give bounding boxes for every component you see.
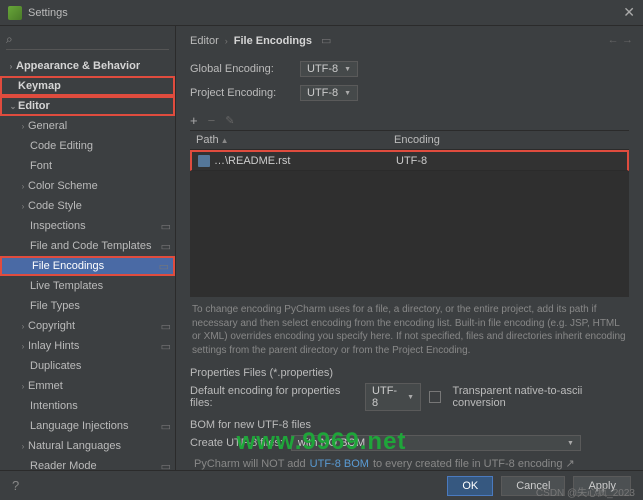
sidebar-item-code-style[interactable]: ›Code Style [0, 196, 175, 216]
sidebar-item-file-templates[interactable]: File and Code Templates▭ [0, 236, 175, 256]
project-encoding-label: Project Encoding: [190, 87, 292, 99]
bom-dropdown[interactable]: with NO BOM▼ [291, 435, 581, 451]
bom-note: PyCharm will NOT add UTF-8 BOM to every … [190, 455, 629, 470]
file-icon [198, 155, 210, 167]
project-badge-icon: ▭ [161, 220, 171, 233]
properties-encoding-label: Default encoding for properties files: [190, 385, 357, 409]
chevron-right-icon: › [18, 342, 28, 351]
edit-button: ✎ [225, 114, 234, 127]
cell-encoding: UTF-8 [390, 152, 627, 170]
search-icon: ⌕ [6, 32, 13, 47]
bom-section: BOM for new UTF-8 files [190, 419, 629, 431]
sidebar-item-appearance[interactable]: ›Appearance & Behavior [0, 56, 175, 76]
sidebar-item-lang-injections[interactable]: Language Injections▭ [0, 416, 175, 436]
project-badge-icon: ▭ [161, 340, 171, 353]
transparent-label: Transparent native-to-ascii conversion [453, 385, 629, 409]
sidebar-item-font[interactable]: Font [0, 156, 175, 176]
table-row[interactable]: …\README.rst UTF-8 [190, 150, 629, 171]
search-input[interactable] [17, 34, 169, 46]
properties-section: Properties Files (*.properties) [190, 367, 629, 379]
sidebar-item-copyright[interactable]: ›Copyright▭ [0, 316, 175, 336]
project-badge-icon: ▭ [161, 320, 171, 333]
chevron-right-icon: › [225, 36, 228, 46]
close-icon[interactable]: ✕ [623, 4, 635, 21]
add-button[interactable]: + [190, 113, 198, 128]
hint-text: To change encoding PyCharm uses for a fi… [190, 297, 629, 363]
settings-tree: ›Appearance & Behavior Keymap ⌄Editor ›G… [0, 54, 175, 470]
chevron-down-icon: ▼ [344, 66, 351, 73]
nav-forward-icon[interactable]: → [622, 34, 633, 46]
chevron-down-icon: ▼ [567, 440, 574, 447]
sidebar-item-editor[interactable]: ⌄Editor [0, 96, 175, 116]
cell-path: …\README.rst [214, 155, 290, 167]
nav-back-icon[interactable]: ← [608, 34, 619, 46]
sidebar-item-file-encodings[interactable]: File Encodings▭ [0, 256, 175, 276]
sidebar-item-keymap[interactable]: Keymap [0, 76, 175, 96]
crumb-file-encodings: File Encodings [234, 35, 312, 47]
crumb-editor[interactable]: Editor [190, 35, 219, 47]
csdn-watermark: CSDN @失心疯_2023 [536, 484, 635, 499]
project-badge-icon: ▭ [161, 240, 171, 253]
help-button[interactable]: ? [12, 478, 19, 493]
search-box[interactable]: ⌕ [6, 30, 169, 50]
sidebar-item-code-editing[interactable]: Code Editing [0, 136, 175, 156]
sidebar-item-natural-languages[interactable]: ›Natural Languages [0, 436, 175, 456]
sidebar-item-duplicates[interactable]: Duplicates [0, 356, 175, 376]
breadcrumb: Editor › File Encodings ▭ [190, 34, 629, 47]
transparent-checkbox[interactable] [429, 391, 440, 403]
sidebar-item-intentions[interactable]: Intentions [0, 396, 175, 416]
chevron-right-icon: › [6, 62, 16, 71]
sidebar-item-reader-mode[interactable]: Reader Mode▭ [0, 456, 175, 470]
chevron-right-icon: › [18, 442, 28, 451]
col-header-path[interactable]: Path▲ [190, 131, 388, 149]
bom-link[interactable]: UTF-8 BOM [310, 458, 369, 470]
sidebar-item-live-templates[interactable]: Live Templates [0, 276, 175, 296]
global-encoding-dropdown[interactable]: UTF-8▼ [300, 61, 358, 77]
project-badge-icon: ▭ [161, 460, 171, 471]
global-encoding-label: Global Encoding: [190, 63, 292, 75]
window-title: Settings [28, 7, 623, 19]
sidebar-item-file-types[interactable]: File Types [0, 296, 175, 316]
remove-button: − [208, 113, 216, 128]
sidebar: ⌕ ›Appearance & Behavior Keymap ⌄Editor … [0, 26, 176, 470]
content-pane: Editor › File Encodings ▭ ← → Global Enc… [176, 26, 643, 470]
sidebar-item-inlay-hints[interactable]: ›Inlay Hints▭ [0, 336, 175, 356]
sidebar-item-color-scheme[interactable]: ›Color Scheme [0, 176, 175, 196]
project-badge-icon: ▭ [161, 420, 171, 433]
sort-asc-icon: ▲ [221, 136, 229, 145]
col-header-encoding[interactable]: Encoding [388, 131, 629, 149]
chevron-right-icon: › [18, 122, 28, 131]
project-badge-icon: ▭ [159, 260, 169, 273]
app-icon [8, 6, 22, 20]
chevron-right-icon: › [18, 202, 28, 211]
chevron-right-icon: › [18, 382, 28, 391]
sidebar-item-emmet[interactable]: ›Emmet [0, 376, 175, 396]
ok-button[interactable]: OK [447, 476, 493, 496]
properties-encoding-dropdown[interactable]: UTF-8▼ [365, 383, 421, 411]
sidebar-item-inspections[interactable]: Inspections▭ [0, 216, 175, 236]
chevron-right-icon: › [18, 182, 28, 191]
chevron-down-icon: ⌄ [8, 102, 18, 111]
project-encoding-dropdown[interactable]: UTF-8▼ [300, 85, 358, 101]
bom-label: Create UTF-8 files: [190, 437, 283, 449]
chevron-right-icon: › [18, 322, 28, 331]
chevron-down-icon: ▼ [344, 90, 351, 97]
sidebar-item-general[interactable]: ›General [0, 116, 175, 136]
project-badge-icon: ▭ [321, 34, 331, 47]
chevron-down-icon: ▼ [407, 394, 414, 401]
